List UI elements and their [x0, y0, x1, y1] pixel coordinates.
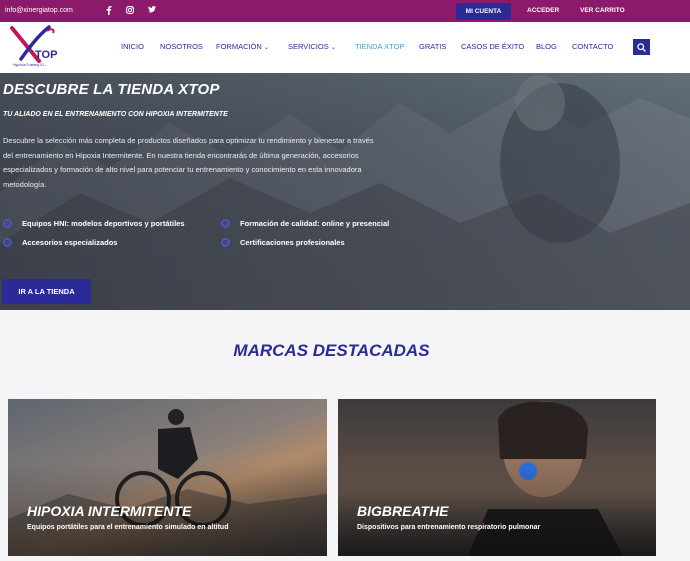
- card-overlay: [338, 399, 656, 556]
- nav-item-inicio[interactable]: INICIO: [121, 42, 144, 51]
- hero-subtitle: TU ALIADO EN EL ENTRENAMIENTO CON HIPOXI…: [3, 111, 228, 118]
- feature-item: Accesorios especializados: [3, 238, 117, 247]
- nav-item-blog[interactable]: BLOG: [536, 42, 557, 51]
- feature-label: Certificaciones profesionales: [240, 238, 345, 247]
- nav-item-nosotros[interactable]: NOSOTROS: [160, 42, 203, 51]
- brand-card-title: BIGBREATHE: [357, 503, 449, 519]
- brands-heading: MARCAS DESTACADAS: [233, 341, 430, 360]
- feature-item: Equipos HNI: modelos deportivos y portát…: [3, 219, 185, 228]
- logo-tagline: Hypoxia Training S.L.: [13, 63, 47, 67]
- feature-item: Certificaciones profesionales: [221, 238, 345, 247]
- nav-item-gratis[interactable]: GRATIS: [419, 42, 446, 51]
- hero-title: DESCUBRE LA TIENDA XTOP: [3, 81, 220, 98]
- email-link[interactable]: info@xinergiatop.com: [5, 7, 73, 14]
- top-bar: info@xinergiatop.com MI CUENTA ACCEDER V…: [0, 0, 690, 22]
- target-icon: [221, 219, 230, 228]
- chevron-down-icon: ⌄: [330, 45, 336, 51]
- twitter-icon[interactable]: [148, 6, 156, 16]
- feature-label: Formación de calidad: online y presencia…: [240, 219, 390, 228]
- feature-item: Formación de calidad: online y presencia…: [221, 219, 389, 228]
- brand-card-bigbreathe[interactable]: BIGBREATHE Dispositivos para entrenamien…: [338, 399, 656, 556]
- login-link[interactable]: ACCEDER: [527, 7, 559, 14]
- hero-description: Descubre la selección más completa de pr…: [3, 136, 374, 189]
- target-icon: [3, 219, 12, 228]
- target-icon: [3, 238, 12, 247]
- card-overlay: [8, 399, 327, 556]
- feature-label: Accesorios especializados: [22, 238, 118, 247]
- target-icon: [221, 238, 230, 247]
- logo-word: TOP: [35, 49, 58, 61]
- go-to-shop-button[interactable]: IR A LA TIENDA: [2, 279, 91, 304]
- nav-item-casos[interactable]: CASOS DE ÉXITO: [461, 42, 524, 51]
- site-logo[interactable]: TOP Hypoxia Training S.L.: [9, 25, 64, 70]
- main-header: TOP Hypoxia Training S.L. INICIO NOSOTRO…: [0, 22, 690, 73]
- nav-item-formacion-label: FORMACIÓN: [216, 42, 262, 51]
- brand-card-subtitle: Dispositivos para entrenamiento respirat…: [357, 524, 541, 531]
- nav-item-servicios-label: SERVICIOS: [288, 42, 329, 51]
- nav-item-servicios[interactable]: SERVICIOS ⌄: [288, 42, 336, 51]
- search-button[interactable]: [633, 39, 650, 55]
- nav-item-formacion[interactable]: FORMACIÓN ⌄: [216, 42, 269, 51]
- search-icon: [637, 42, 646, 52]
- view-cart-link[interactable]: VER CARRITO: [580, 7, 625, 14]
- facebook-icon[interactable]: [106, 6, 112, 18]
- nav-item-tienda[interactable]: TIENDA XTOP: [355, 42, 404, 51]
- chevron-down-icon: ⌄: [263, 45, 269, 51]
- brand-card-subtitle: Equipos portátiles para el entrenamiento…: [27, 524, 229, 531]
- hero-section: DESCUBRE LA TIENDA XTOP TU ALIADO EN EL …: [0, 73, 690, 310]
- brand-card-title: HIPOXIA INTERMITENTE: [27, 503, 192, 519]
- my-account-button[interactable]: MI CUENTA: [456, 3, 511, 20]
- feature-label: Equipos HNI: modelos deportivos y portát…: [22, 219, 185, 228]
- nav-item-contacto[interactable]: CONTACTO: [572, 42, 613, 51]
- brand-card-hipoxia[interactable]: HIPOXIA INTERMITENTE Equipos portátiles …: [8, 399, 327, 556]
- instagram-icon[interactable]: [126, 6, 134, 17]
